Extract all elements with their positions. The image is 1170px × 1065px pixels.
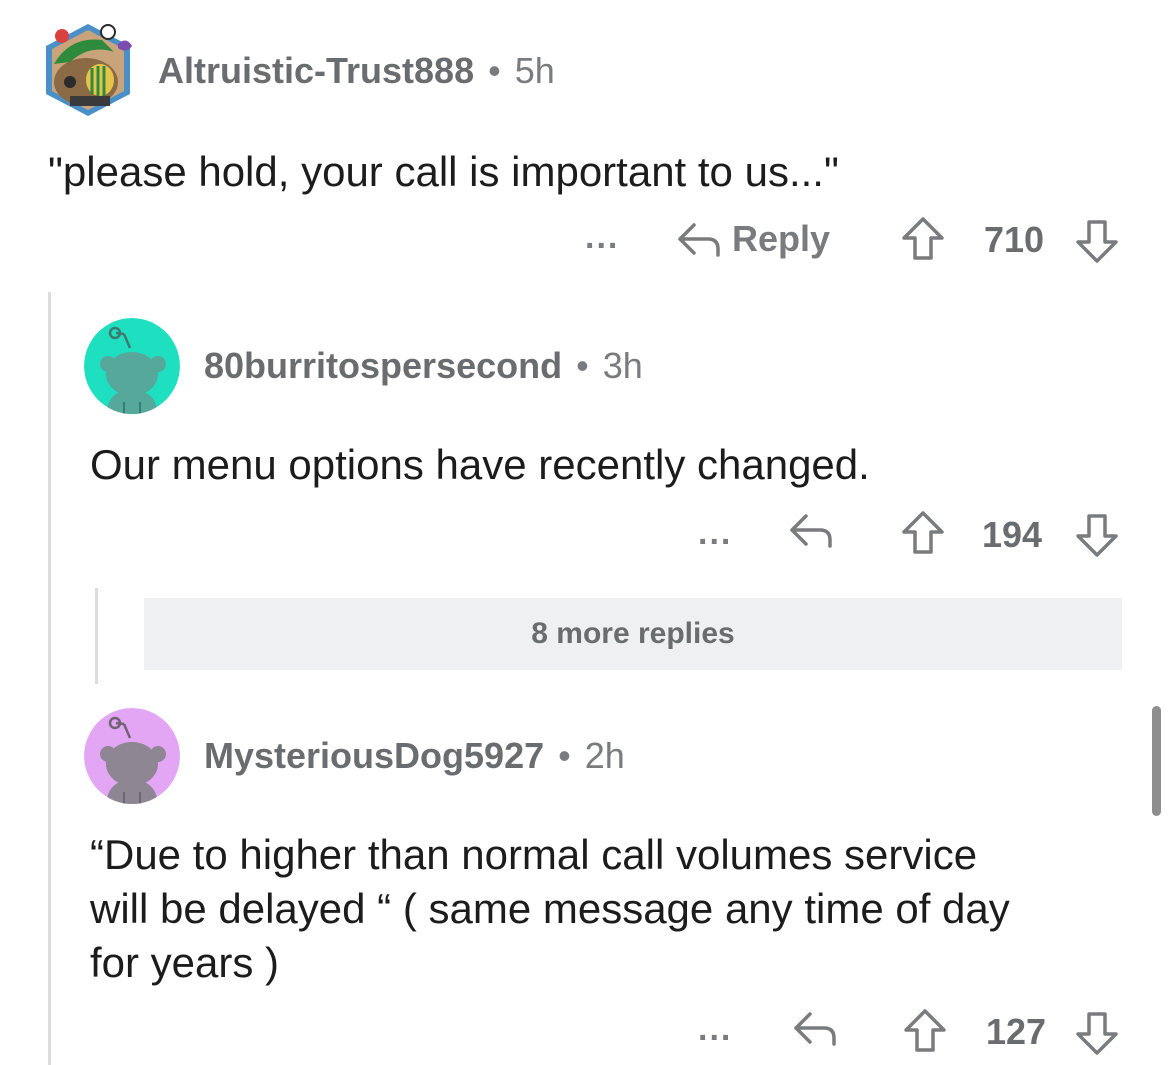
upvote-button[interactable] [900,510,946,561]
downvote-button[interactable] [1074,218,1120,269]
more-options-button[interactable]: ... [585,218,619,257]
downvote-arrow-icon [1076,514,1118,557]
comment-body-line: for years ) [90,939,280,986]
downvote-arrow-icon [1076,1012,1118,1055]
upvote-arrow-icon [904,1009,946,1052]
upvote-button[interactable] [902,1008,948,1059]
reply-button[interactable] [788,512,834,553]
reply-label: Reply [732,218,831,259]
vote-count: 194 [982,514,1043,555]
comment-age: 5h [514,50,555,91]
thread-line[interactable] [95,588,98,684]
comment-meta: Altruistic-Trust888 • 5h [158,50,555,92]
snoo-avatar-icon [84,318,180,414]
snoo-avatar-icon [84,708,180,804]
more-options-button[interactable]: ... [698,514,732,553]
reply-arrow-icon [790,514,832,548]
vote-count: 710 [984,219,1045,260]
avatar[interactable] [40,22,136,118]
more-replies-button[interactable]: 8 more replies [144,598,1122,670]
username[interactable]: 80burritospersecond [204,345,562,386]
upvote-button[interactable] [900,216,946,267]
separator-dot: • [558,735,571,776]
downvote-button[interactable] [1074,1010,1120,1061]
comment-meta: MysteriousDog5927 • 2h [204,735,625,777]
upvote-arrow-icon [902,511,944,554]
more-options-button[interactable]: ... [698,1010,732,1049]
separator-dot: • [576,345,589,386]
comment-body: "please hold, your call is important to … [48,148,839,195]
username[interactable]: Altruistic-Trust888 [158,50,474,91]
vote-count: 127 [986,1011,1047,1052]
reply-button[interactable]: Reply [676,218,830,260]
avatar[interactable] [84,318,180,414]
comment-body: “Due to higher than normal call volumes … [90,828,1140,990]
comment-body: Our menu options have recently changed. [90,441,870,488]
comment-age: 3h [602,345,643,386]
comment-age: 2h [584,735,625,776]
avatar[interactable] [84,708,180,804]
comment-body-line: will be delayed “ ( same message any tim… [90,885,1010,932]
reply-arrow-icon [678,223,720,257]
reply-button[interactable] [792,1010,838,1051]
separator-dot: • [488,50,501,91]
comment-meta: 80burritospersecond • 3h [204,345,643,387]
downvote-button[interactable] [1074,512,1120,563]
reply-arrow-icon [794,1012,836,1046]
scrollbar[interactable] [1152,706,1161,816]
username[interactable]: MysteriousDog5927 [204,735,544,776]
custom-snoo-avatar-icon [46,24,132,116]
thread-line[interactable] [48,292,51,1065]
downvote-arrow-icon [1076,220,1118,263]
upvote-arrow-icon [902,217,944,260]
comment-body-line: “Due to higher than normal call volumes … [90,831,978,878]
